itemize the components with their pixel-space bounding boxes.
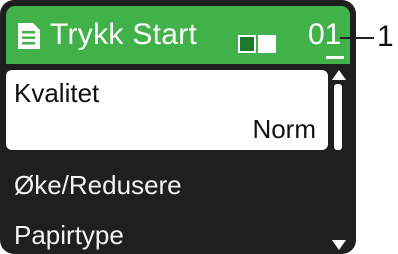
menu-item-label: Papirtype [14, 220, 124, 250]
menu-item-value: Norm [252, 114, 316, 144]
scroll-down-arrow-icon[interactable] [332, 240, 346, 250]
cursor-underline [326, 56, 344, 59]
scroll-up-arrow-icon[interactable] [332, 70, 346, 80]
menu-item-papirtype[interactable]: Papirtype [6, 216, 328, 254]
scroll-thumb[interactable] [334, 84, 342, 150]
scrollbar[interactable] [330, 70, 350, 254]
callout-number: 1 [377, 20, 394, 53]
lcd-screen: Trykk Start 01 Kvalitet Norm Øke/Reduser… [0, 0, 356, 254]
menu-item-kvalitet[interactable]: Kvalitet Norm [6, 70, 328, 150]
copies-count[interactable]: 01 [308, 18, 341, 52]
menu-item-label: Kvalitet [14, 78, 100, 108]
color-indicator-icon [238, 35, 256, 53]
mono-indicator-icon [258, 35, 276, 53]
menu-item-oke-redusere[interactable]: Øke/Redusere [6, 166, 328, 206]
screen-title: Trykk Start [50, 18, 198, 51]
status-header: Trykk Start 01 [6, 6, 350, 64]
menu-item-label: Øke/Redusere [14, 170, 182, 200]
document-icon [18, 23, 40, 49]
callout-leader-line [340, 37, 374, 39]
